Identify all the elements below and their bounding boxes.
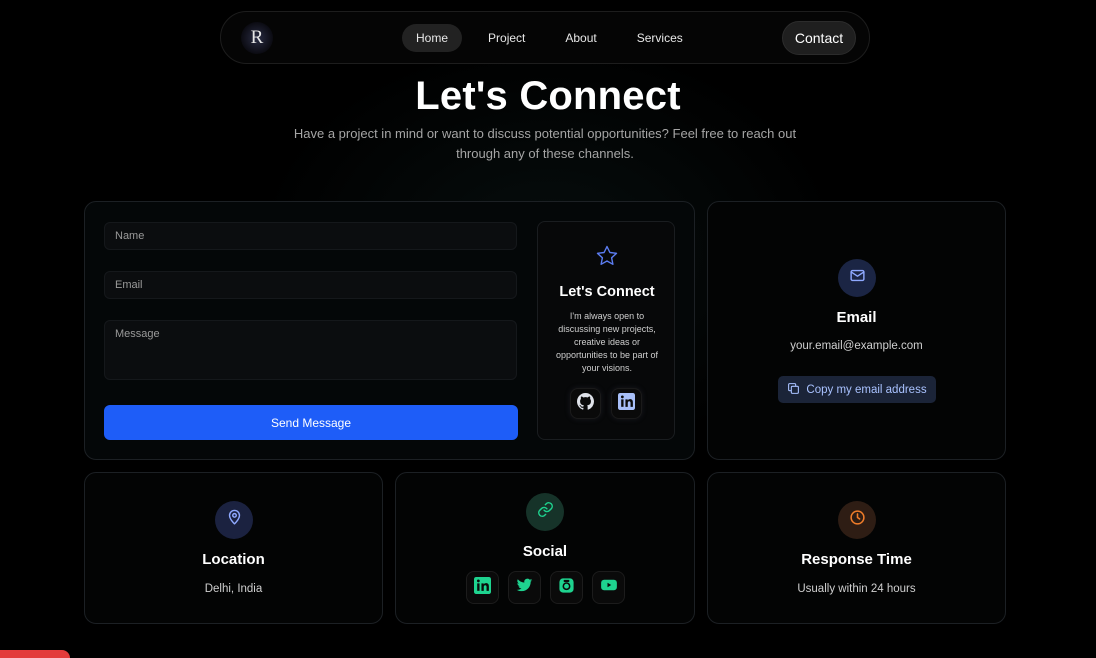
message-placeholder: Message (115, 328, 160, 340)
lets-connect-card: Let's Connect I'm always open to discuss… (537, 221, 675, 440)
nav-link-home[interactable]: Home (402, 24, 463, 52)
nav-link-services[interactable]: Services (623, 24, 697, 52)
clock-icon-circle (838, 501, 876, 539)
copy-email-button[interactable]: Copy my email address (778, 376, 936, 403)
youtube-icon (600, 576, 618, 599)
social-card: Social (395, 472, 695, 624)
link-icon (537, 501, 554, 523)
twitter-icon (516, 577, 533, 599)
page-subtitle: Have a project in mind or want to discus… (293, 126, 797, 161)
nav-link-project[interactable]: Project (474, 24, 539, 52)
copy-email-label: Copy my email address (806, 383, 927, 396)
email-title: Email (836, 309, 877, 326)
social-title: Social (522, 543, 568, 560)
github-button[interactable] (570, 388, 601, 419)
email-field[interactable]: Email (104, 271, 517, 299)
social-linkedin-button[interactable] (466, 571, 499, 604)
page-title: Let's Connect (415, 74, 681, 118)
logo[interactable]: R (241, 22, 273, 54)
star-icon (595, 244, 619, 268)
link-icon-circle (526, 493, 564, 531)
camera-icon (558, 577, 575, 599)
contact-button[interactable]: Contact (782, 21, 856, 55)
response-time-title: Response Time (801, 551, 912, 568)
linkedin-icon (618, 392, 635, 415)
social-camera-button[interactable] (550, 571, 583, 604)
nav-links: Home Project About Services (402, 24, 709, 52)
send-message-button[interactable]: Send Message (104, 405, 518, 440)
contact-form-card: Name Email Message Send Message Let's Co… (84, 201, 695, 460)
github-icon (577, 392, 595, 415)
location-pin-icon (226, 509, 243, 531)
location-value: Delhi, India (204, 583, 263, 595)
email-value: your.email@example.com (790, 340, 923, 352)
name-placeholder: Name (115, 230, 145, 242)
top-navbar: R Home Project About Services Contact (220, 11, 870, 64)
corner-badge[interactable] (0, 650, 70, 658)
response-time-card: Response Time Usually within 24 hours (707, 472, 1006, 624)
response-time-value: Usually within 24 hours (797, 583, 916, 595)
social-youtube-button[interactable] (592, 571, 625, 604)
mail-icon (849, 267, 866, 289)
location-icon-circle (215, 501, 253, 539)
nav-link-about[interactable]: About (551, 24, 610, 52)
name-field[interactable]: Name (104, 222, 517, 250)
logo-letter: R (250, 27, 264, 48)
email-placeholder: Email (115, 279, 143, 291)
copy-icon (787, 382, 800, 398)
clock-icon (849, 509, 866, 531)
location-title: Location (202, 551, 265, 568)
message-field[interactable]: Message (104, 320, 517, 380)
email-card: Email your.email@example.com Copy my ema… (707, 201, 1006, 460)
mail-icon-circle (838, 259, 876, 297)
lets-connect-description: I'm always open to discussing new projec… (555, 311, 659, 373)
linkedin-icon (474, 576, 491, 599)
linkedin-button[interactable] (611, 388, 642, 419)
location-card: Location Delhi, India (84, 472, 383, 624)
lets-connect-title: Let's Connect (559, 284, 655, 300)
social-twitter-button[interactable] (508, 571, 541, 604)
